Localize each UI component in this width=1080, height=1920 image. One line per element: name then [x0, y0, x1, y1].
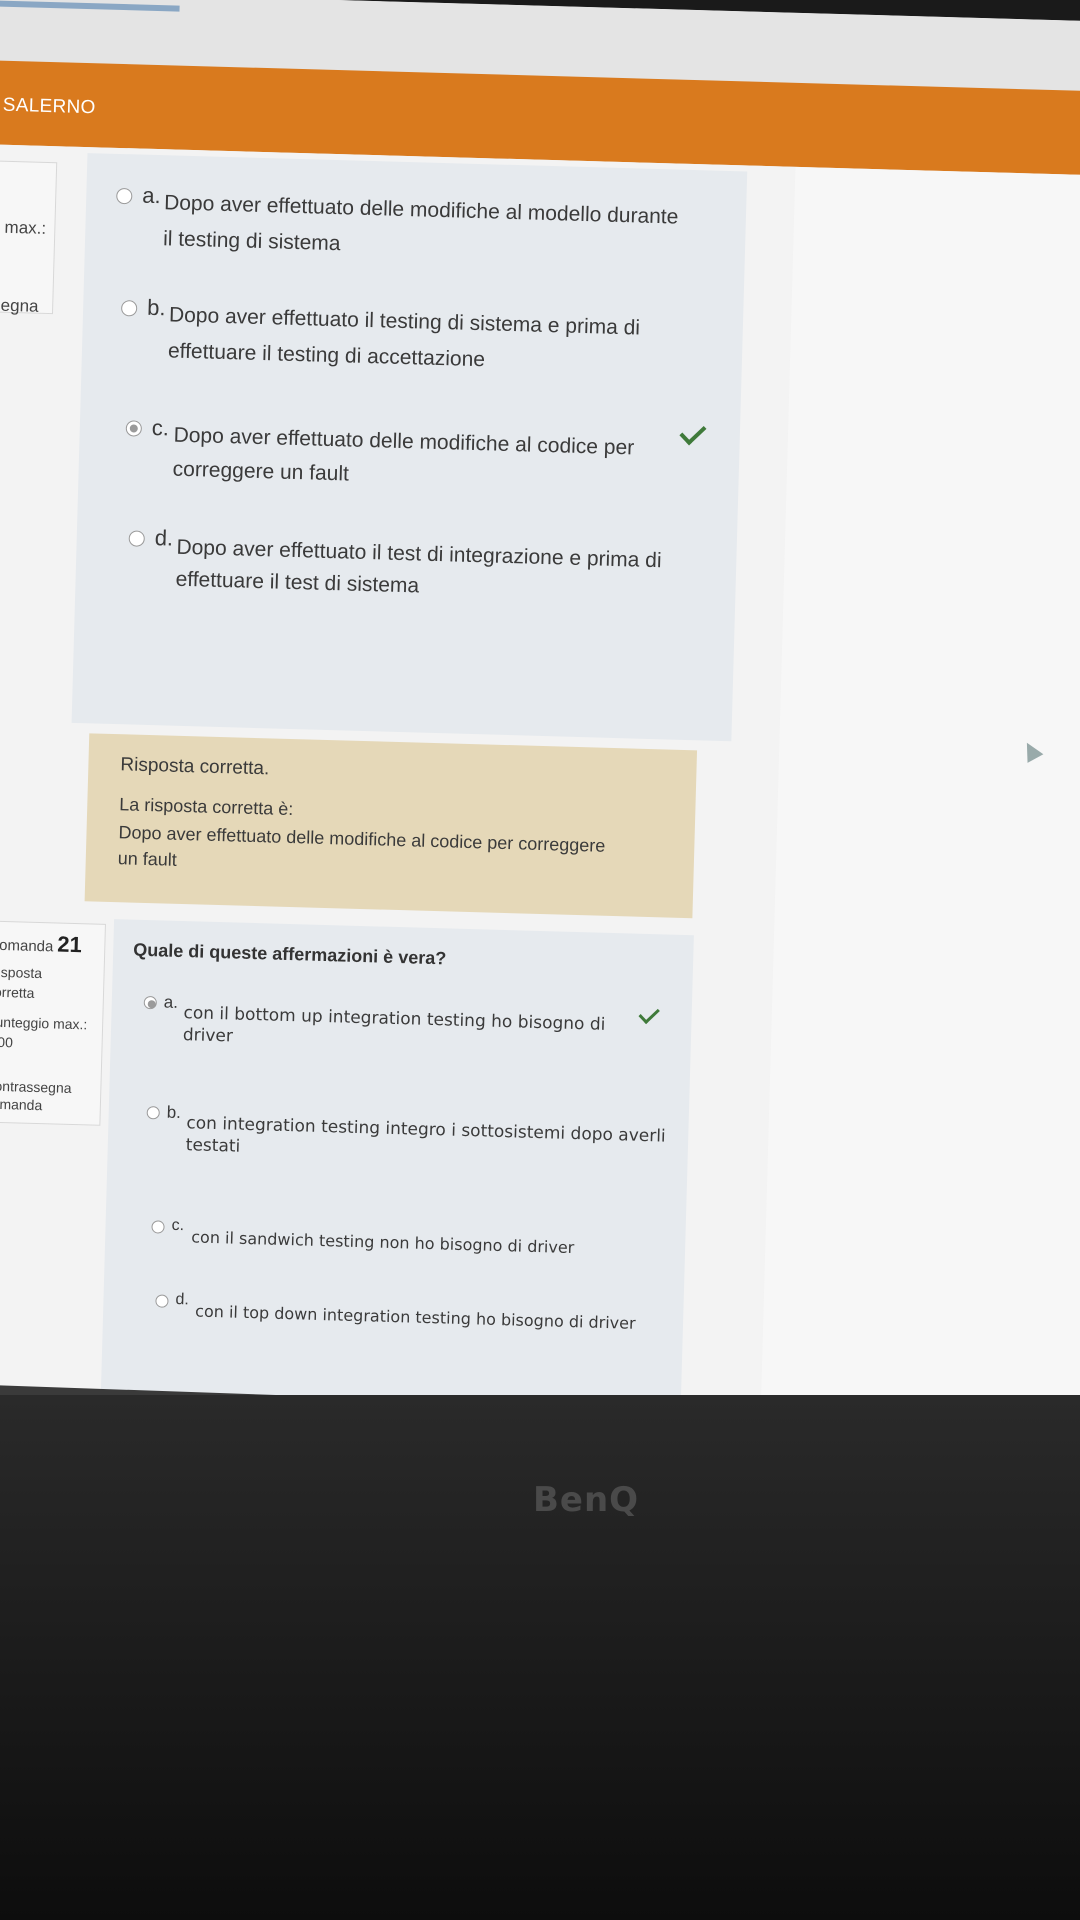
question-label: Domanda [0, 936, 54, 956]
question-state: Risposta [0, 963, 43, 982]
radio-button[interactable] [116, 187, 133, 205]
right-panel [759, 166, 1080, 1442]
option-letter: d. [175, 1290, 190, 1309]
question-number: 21 [56, 931, 83, 958]
option-letter: d. [154, 525, 174, 551]
flag-question-link[interactable]: Contrassegna [0, 1078, 72, 1096]
score-label: Punteggio max.: [0, 1013, 88, 1033]
option-letter: c. [171, 1216, 185, 1235]
question-info-prev: o max.: segna [0, 159, 58, 316]
option-text: con il top down integration testing ho b… [194, 1301, 636, 1333]
site-name[interactable]: SALERNO [2, 95, 95, 120]
radio-button[interactable] [120, 300, 138, 317]
question-prompt: Quale di queste affermazioni è vera? [132, 939, 447, 969]
option-text-line2: il testing di sistema [162, 227, 341, 256]
option-letter: c. [151, 414, 170, 441]
option-text: con il sandwich testing non ho bisogno d… [191, 1227, 575, 1258]
option-text-line2: effettuare il test di sistema [175, 567, 420, 598]
option-text: con integration testing integro i sottos… [186, 1113, 666, 1147]
option-text: Dopo aver effettuato il testing di siste… [168, 303, 641, 340]
correct-check-icon [638, 1003, 660, 1025]
option-text: con il bottom up integration testing ho … [183, 1003, 606, 1035]
monitor-bezel [0, 1395, 1080, 1920]
option-text-line2: testati [185, 1135, 241, 1157]
option-text-line2: effettuare il testing di accettazione [167, 339, 486, 372]
feedback-status: Risposta corretta. [120, 754, 270, 780]
monitor-brand-logo: BenQ [533, 1480, 640, 1520]
radio-button[interactable] [155, 1294, 169, 1308]
option-text-line2: driver [182, 1025, 234, 1047]
feedback-intro: La risposta corretta è: [119, 794, 294, 820]
option-letter: a. [141, 182, 162, 209]
option-letter: b. [166, 1102, 182, 1123]
question-20-answers: a. Dopo aver effettuato delle modifiche … [71, 153, 748, 742]
radio-button[interactable] [128, 530, 145, 547]
feedback-box: Risposta corretta. La risposta corretta … [84, 733, 698, 919]
flag-label[interactable]: segna [0, 295, 39, 316]
feedback-answer: Dopo aver effettuato delle modifiche al … [118, 822, 606, 856]
radio-button[interactable] [146, 1106, 160, 1120]
monitor-screen: SALERNO o max.: segna a. Dopo aver effet… [0, 0, 1080, 1442]
option-letter: b. [146, 294, 166, 321]
option-text: Dopo aver effettuato il test di integraz… [176, 535, 662, 573]
score-label: o max.: [0, 217, 47, 238]
score-value: 1,00 [0, 1033, 14, 1051]
radio-button[interactable] [151, 1220, 165, 1234]
question-state-line2: corretta [0, 983, 35, 1001]
question-21-box: Quale di queste affermazioni è vera? a. … [100, 919, 694, 1416]
option-text: Dopo aver effettuato delle modifiche al … [163, 191, 679, 229]
option-letter: a. [163, 992, 179, 1012]
radio-button-selected[interactable] [143, 995, 157, 1010]
option-text-line2: correggere un fault [172, 457, 350, 486]
question-info-21: Domanda 21 Risposta corretta Punteggio m… [0, 920, 106, 1126]
option-text: Dopo aver effettuato delle modifiche al … [173, 423, 635, 460]
correct-check-icon [679, 418, 707, 446]
radio-button-selected[interactable] [125, 420, 143, 437]
flag-question-link-line2[interactable]: domanda [0, 1096, 43, 1114]
feedback-answer-line2: un fault [117, 848, 178, 870]
